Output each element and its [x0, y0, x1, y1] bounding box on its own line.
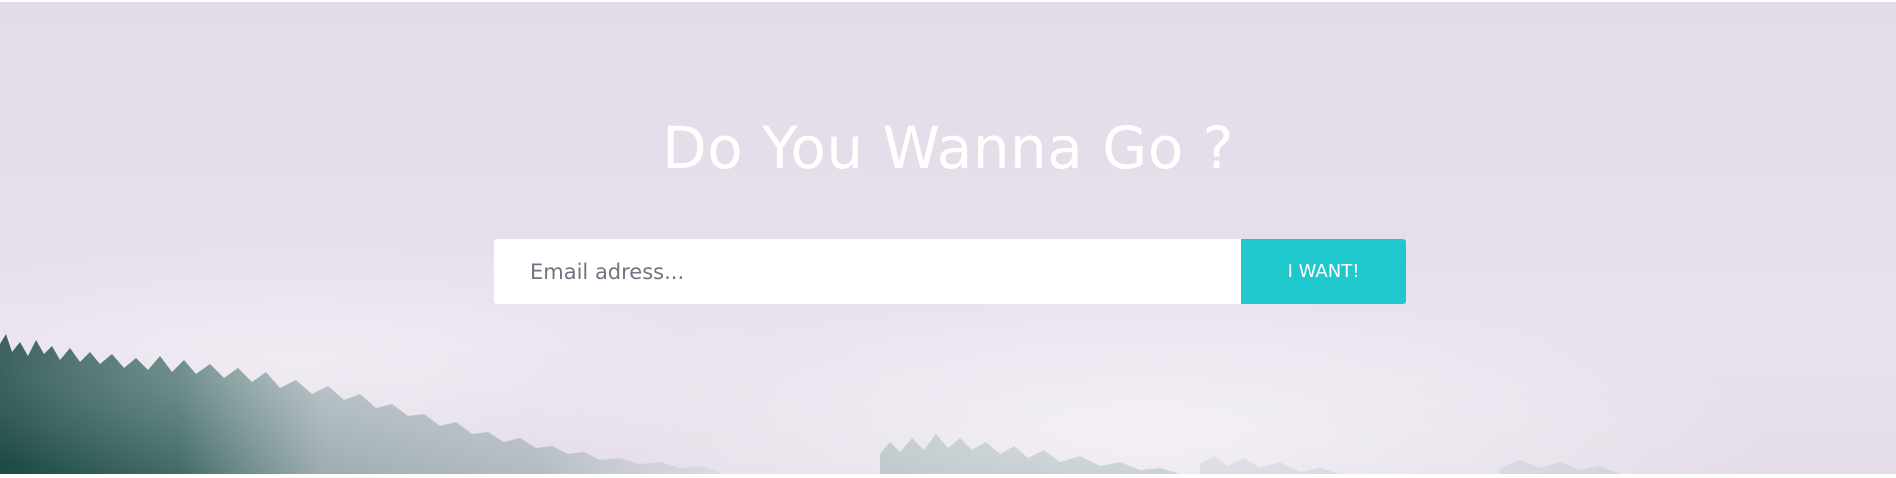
hero-section: Do You Wanna Go ? I WANT! — [0, 2, 1896, 474]
hero-title: Do You Wanna Go ? — [662, 114, 1234, 182]
misty-forest-background — [0, 334, 1896, 474]
email-input[interactable] — [494, 239, 1241, 304]
signup-form: I WANT! — [494, 239, 1406, 304]
i-want-button[interactable]: I WANT! — [1241, 239, 1406, 304]
